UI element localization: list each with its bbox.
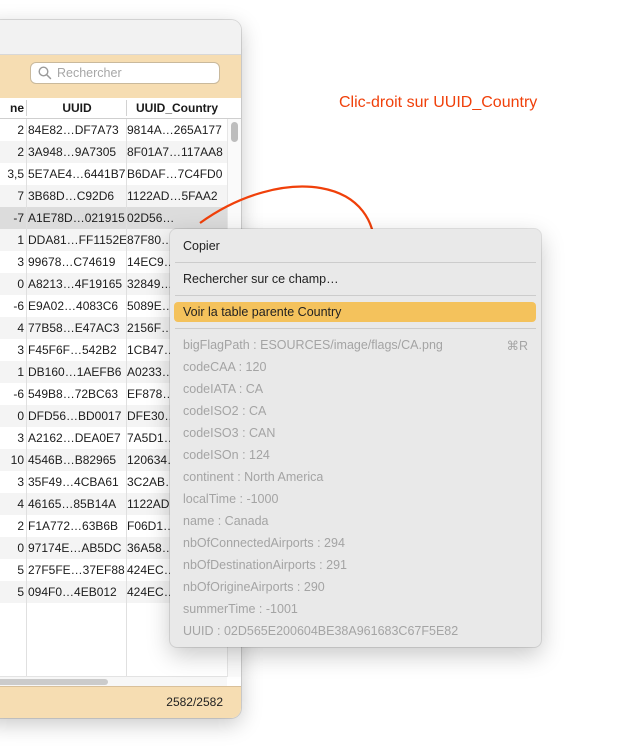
menu-separator xyxy=(175,328,536,329)
menu-item-copy[interactable]: Copier xyxy=(183,239,220,253)
cell-ne: -6 xyxy=(13,387,24,401)
cell-uuid: 27F5FE…37EF88 xyxy=(28,563,125,577)
menu-field-item: name : Canada xyxy=(183,514,269,528)
cell-ne: 10 xyxy=(10,453,24,467)
cell-ne: 0 xyxy=(17,541,24,555)
cell-uuid-country: 9814A…265A177 xyxy=(127,123,222,137)
table-row[interactable]: 2 84E82…DF7A73 9814A…265A177 xyxy=(0,119,241,141)
table-row[interactable]: 2 3A948…9A7305 8F01A7…117AA8 xyxy=(0,141,241,163)
cell-ne: 5 xyxy=(17,585,24,599)
cell-uuid: DFD56…BD0017 xyxy=(28,409,122,423)
cell-ne: 2 xyxy=(17,519,24,533)
title-bar xyxy=(0,20,241,55)
cell-uuid: 4546B…B82965 xyxy=(28,453,117,467)
menu-field-item: codeIATA : CA xyxy=(183,382,264,396)
cell-uuid: A1E78D…021915 xyxy=(28,211,125,225)
cell-uuid-country: B6DAF…7C4FD0 xyxy=(127,167,223,181)
cell-ne: 5 xyxy=(17,563,24,577)
table-row[interactable]: 7 3B68D…C92D6 1122AD…5FAA2 xyxy=(0,185,241,207)
menu-field-item: summerTime : -1001 xyxy=(183,602,298,616)
cell-uuid: 46165…85B14A xyxy=(28,497,117,511)
menu-separator xyxy=(175,262,536,263)
menu-item-search-field[interactable]: Rechercher sur ce champ… xyxy=(183,272,339,286)
menu-field-item: bigFlagPath : ESOURCES/image/flags/CA.pn… xyxy=(183,338,443,352)
cell-uuid: DDA81…FF1152E xyxy=(28,233,126,247)
context-menu: Copier Rechercher sur ce champ… Voir la … xyxy=(170,229,541,647)
search-input[interactable]: Rechercher xyxy=(30,62,220,84)
cell-ne: 3 xyxy=(17,475,24,489)
table-row[interactable]: 3,5 5E7AE4…6441B7 B6DAF…7C4FD0 xyxy=(0,163,241,185)
cell-ne: 0 xyxy=(17,409,24,423)
search-placeholder: Rechercher xyxy=(57,66,122,80)
cell-uuid: 3B68D…C92D6 xyxy=(28,189,115,203)
column-header-uuid-country[interactable]: UUID_Country xyxy=(127,101,227,115)
cell-ne: 0 xyxy=(17,277,24,291)
cell-ne: 2 xyxy=(17,123,24,137)
cell-ne: 3 xyxy=(17,343,24,357)
cell-uuid: 35F49…4CBA61 xyxy=(28,475,119,489)
cell-ne: 1 xyxy=(17,233,24,247)
cell-uuid: 094F0…4EB012 xyxy=(28,585,117,599)
scrollbar-thumb[interactable] xyxy=(231,122,238,142)
cell-ne: 3 xyxy=(17,255,24,269)
menu-field-item: nbOfDestinationAirports : 291 xyxy=(183,558,347,572)
menu-field-item: codeISO3 : CAN xyxy=(183,426,276,440)
annotation-label: Clic-droit sur UUID_Country xyxy=(339,94,538,111)
cell-uuid: 97174E…AB5DC xyxy=(28,541,122,555)
cell-ne: 7 xyxy=(17,189,24,203)
cell-uuid: 84E82…DF7A73 xyxy=(28,123,119,137)
shortcut-label: ⌘R xyxy=(506,339,528,353)
table-row[interactable]: -7 A1E78D…021915 02D56… xyxy=(0,207,241,229)
cell-ne: 1 xyxy=(17,365,24,379)
menu-field-item: codeISOn : 124 xyxy=(183,448,270,462)
horizontal-scrollbar-thumb[interactable] xyxy=(0,679,108,685)
cell-ne: 3 xyxy=(17,431,24,445)
cell-uuid-country: 8F01A7…117AA8 xyxy=(127,145,223,159)
cell-ne: 4 xyxy=(17,497,24,511)
cell-uuid: F1A772…63B6B xyxy=(28,519,119,533)
menu-field-item: codeCAA : 120 xyxy=(183,360,267,374)
menu-field-item: codeISO2 : CA xyxy=(183,404,267,418)
cell-uuid-country: 02D56… xyxy=(127,211,175,225)
cell-ne: 4 xyxy=(17,321,24,335)
cell-ne: 3,5 xyxy=(7,167,24,181)
status-bar: 2582/2582 xyxy=(0,686,241,718)
cell-uuid-country: 1122AD…5FAA2 xyxy=(127,189,218,203)
cell-uuid: A2162…DEA0E7 xyxy=(28,431,121,445)
menu-field-item: nbOfOrigineAirports : 290 xyxy=(183,580,325,594)
menu-field-item: UUID : 02D565E200604BE38A961683C67F5E82 xyxy=(183,624,459,638)
cell-uuid: 5E7AE4…6441B7 xyxy=(28,167,126,181)
menu-field-item: nbOfConnectedAirports : 294 xyxy=(183,536,345,550)
cell-uuid: A8213…4F19165 xyxy=(28,277,123,291)
menu-field-item: continent : North America xyxy=(183,470,324,484)
cell-ne: 2 xyxy=(17,145,24,159)
cell-ne: -7 xyxy=(13,211,24,225)
cell-uuid: DB160…1AEFB6 xyxy=(28,365,122,379)
column-header-uuid[interactable]: UUID xyxy=(28,101,126,115)
cell-uuid: E9A02…4083C6 xyxy=(28,299,119,313)
menu-item-view-parent[interactable]: Voir la table parente Country xyxy=(183,305,341,319)
cell-uuid: F45F6F…542B2 xyxy=(28,343,117,357)
cell-uuid: 549B8…72BC63 xyxy=(28,387,119,401)
search-icon xyxy=(38,66,52,80)
record-count: 2582/2582 xyxy=(166,695,223,709)
cell-uuid: 99678…C74619 xyxy=(28,255,116,269)
column-header-ne[interactable]: ne xyxy=(0,101,24,115)
table-header: ne UUID UUID_Country xyxy=(0,98,241,119)
menu-field-item: localTime : -1000 xyxy=(183,492,279,506)
cell-ne: -6 xyxy=(13,299,24,313)
menu-separator xyxy=(175,295,536,296)
cell-uuid: 77B58…E47AC3 xyxy=(28,321,120,335)
cell-uuid: 3A948…9A7305 xyxy=(28,145,117,159)
